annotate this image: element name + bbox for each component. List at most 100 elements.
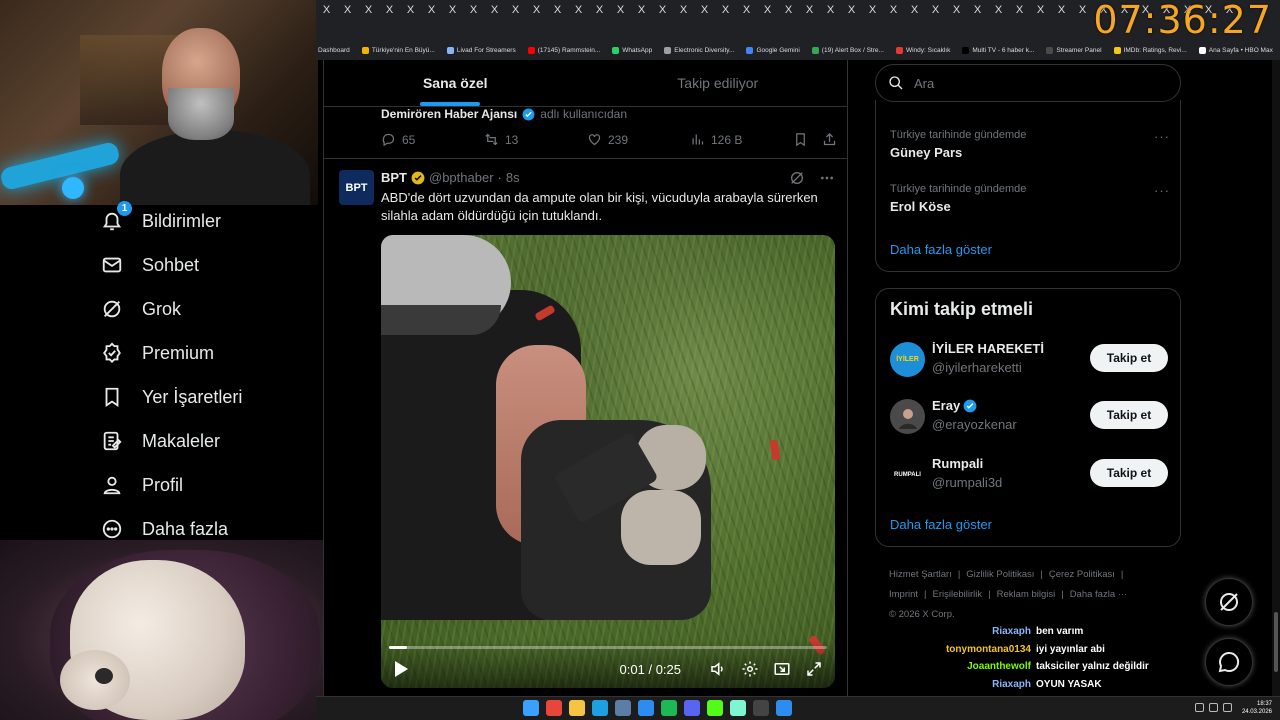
tab-close-icon[interactable]: X <box>526 4 547 16</box>
tab-close-icon[interactable]: X <box>883 4 904 16</box>
obs-icon[interactable] <box>753 700 769 716</box>
like-button[interactable]: 239 <box>587 132 690 147</box>
tab-close-icon[interactable]: X <box>1051 4 1072 16</box>
volume-icon[interactable] <box>709 660 727 678</box>
previous-tweet[interactable]: Demirören Haber Ajansı adlı kullanıcıdan… <box>324 107 847 159</box>
tweet-avatar[interactable]: BPT <box>339 170 374 205</box>
tab-close-icon[interactable]: X <box>505 4 526 16</box>
tab-close-icon[interactable]: X <box>547 4 568 16</box>
nav-profile[interactable]: Profil <box>100 463 183 507</box>
page-scrollbar[interactable] <box>1272 60 1280 696</box>
footer-link-ads-info[interactable]: Reklam bilgisi <box>997 589 1056 600</box>
tab-close-icon[interactable]: X <box>799 4 820 16</box>
footer-link-accessibility[interactable]: Erişilebilirlik <box>933 589 983 600</box>
tab-close-icon[interactable]: X <box>904 4 925 16</box>
tab-close-icon[interactable]: X <box>484 4 505 16</box>
follow-button[interactable]: Takip et <box>1090 459 1168 487</box>
tab-close-icon[interactable]: X <box>442 4 463 16</box>
tray-icon[interactable] <box>1209 703 1218 712</box>
tab-close-icon[interactable]: X <box>862 4 883 16</box>
trend-more-icon[interactable]: ··· <box>1154 183 1170 198</box>
footer-link-more[interactable]: Daha fazla ··· <box>1070 589 1128 600</box>
trends-show-more-link[interactable]: Daha fazla göster <box>890 242 992 257</box>
scrollbar-thumb[interactable] <box>1274 612 1278 672</box>
bookmark-item[interactable]: Dashboard <box>318 47 350 54</box>
spotify-icon[interactable] <box>661 700 677 716</box>
tab-close-icon[interactable]: X <box>778 4 799 16</box>
tab-close-icon[interactable]: X <box>337 4 358 16</box>
share-icon[interactable] <box>822 132 837 147</box>
tab-close-icon[interactable]: X <box>673 4 694 16</box>
nav-premium[interactable]: Premium <box>100 331 214 375</box>
follow-suggestion[interactable]: RUMPALI Rumpali @rumpali3d Takip et <box>890 455 1168 495</box>
follow-button[interactable]: Takip et <box>1090 344 1168 372</box>
bookmark-icon[interactable] <box>793 132 808 147</box>
tweet-author-name[interactable]: BPT <box>381 170 407 185</box>
file-explorer-icon[interactable] <box>569 700 585 716</box>
tray-icon[interactable] <box>1223 703 1232 712</box>
tab-close-icon[interactable]: X <box>652 4 673 16</box>
tab-close-icon[interactable]: X <box>694 4 715 16</box>
footer-link-cookies[interactable]: Çerez Politikası <box>1049 569 1115 580</box>
bookmark-item[interactable]: (17145) Rammstein... <box>527 46 600 54</box>
tab-close-icon[interactable]: X <box>988 4 1009 16</box>
avatar[interactable] <box>890 399 925 434</box>
tab-close-icon[interactable]: X <box>757 4 778 16</box>
tab-close-icon[interactable]: X <box>820 4 841 16</box>
steam-icon[interactable] <box>615 700 631 716</box>
follow-button[interactable]: Takip et <box>1090 401 1168 429</box>
tab-close-icon[interactable]: X <box>1009 4 1030 16</box>
nav-articles[interactable]: Makaleler <box>100 419 220 463</box>
bookmark-item[interactable]: Electronic Diversity... <box>664 46 734 54</box>
bookmark-item[interactable]: Livad For Streamers <box>446 46 516 54</box>
follow-show-more-link[interactable]: Daha fazla göster <box>890 517 992 532</box>
source-name[interactable]: Demirören Haber Ajansı <box>381 107 517 121</box>
tab-close-icon[interactable]: X <box>463 4 484 16</box>
tab-close-icon[interactable]: X <box>316 4 337 16</box>
tweet-handle[interactable]: @bpthaber <box>429 170 494 185</box>
discord-icon[interactable] <box>684 700 700 716</box>
nav-chat[interactable]: Sohbet <box>100 243 199 287</box>
windows-start-icon[interactable] <box>523 700 539 716</box>
tab-following[interactable]: Takip ediliyor <box>587 60 848 106</box>
app2-icon[interactable] <box>776 700 792 716</box>
repost-button[interactable]: 13 <box>484 132 587 147</box>
footer-link-imprint[interactable]: Imprint <box>889 589 918 600</box>
tray-icon[interactable] <box>1195 703 1204 712</box>
chrome-icon[interactable] <box>546 700 562 716</box>
trend-item[interactable]: Türkiye tarihinde gündemde Erol Köse ··· <box>890 183 1170 214</box>
search-input[interactable]: Ara <box>914 76 934 91</box>
follow-suggestion[interactable]: Eray @erayozkenar Takip et <box>890 397 1168 437</box>
tab-close-icon[interactable]: X <box>610 4 631 16</box>
tweet-video[interactable]: 0:01 / 0:25 <box>381 235 835 688</box>
tab-close-icon[interactable]: X <box>400 4 421 16</box>
grok-floating-button[interactable] <box>1205 578 1253 626</box>
trend-more-icon[interactable]: ··· <box>1154 129 1170 144</box>
footer-link-privacy[interactable]: Gizlilik Politikası <box>966 569 1034 580</box>
nav-notifications[interactable]: 1 Bildirimler <box>100 199 221 243</box>
edge-icon[interactable] <box>592 700 608 716</box>
bookmark-item[interactable]: WhatsApp <box>612 46 652 54</box>
views-button[interactable]: 126 B <box>690 132 793 147</box>
footer-link-terms[interactable]: Hizmet Şartları <box>889 569 952 580</box>
follow-suggestion[interactable]: İYİLER İYİLER HAREKETİ @iyilerhareketti … <box>890 340 1168 380</box>
suggestion-name[interactable]: Rumpali <box>932 456 983 471</box>
tab-close-icon[interactable]: X <box>589 4 610 16</box>
bookmark-item[interactable]: Türkiye'nin En Büyü... <box>361 46 435 54</box>
video-progress-bar[interactable] <box>389 646 827 649</box>
tab-for-you[interactable]: Sana özel <box>324 60 587 106</box>
grok-icon[interactable] <box>789 170 805 186</box>
tab-close-icon[interactable]: X <box>841 4 862 16</box>
tab-close-icon[interactable]: X <box>715 4 736 16</box>
bookmark-item[interactable]: Multi TV - 6 haber k... <box>962 46 1034 54</box>
tab-close-icon[interactable]: X <box>421 4 442 16</box>
tab-close-icon[interactable]: X <box>379 4 400 16</box>
taskbar-clock[interactable]: 18:37 24.03.2026 <box>1242 700 1272 716</box>
bookmark-item[interactable]: (19) Alert Box / Stre... <box>811 46 884 54</box>
suggestion-name[interactable]: İYİLER HAREKETİ <box>932 341 1044 356</box>
settings-gear-icon[interactable] <box>741 660 759 678</box>
avatar[interactable]: İYİLER <box>890 342 925 377</box>
tab-close-icon[interactable]: X <box>1072 4 1093 16</box>
tab-close-icon[interactable]: X <box>967 4 988 16</box>
app-icon[interactable] <box>638 700 654 716</box>
